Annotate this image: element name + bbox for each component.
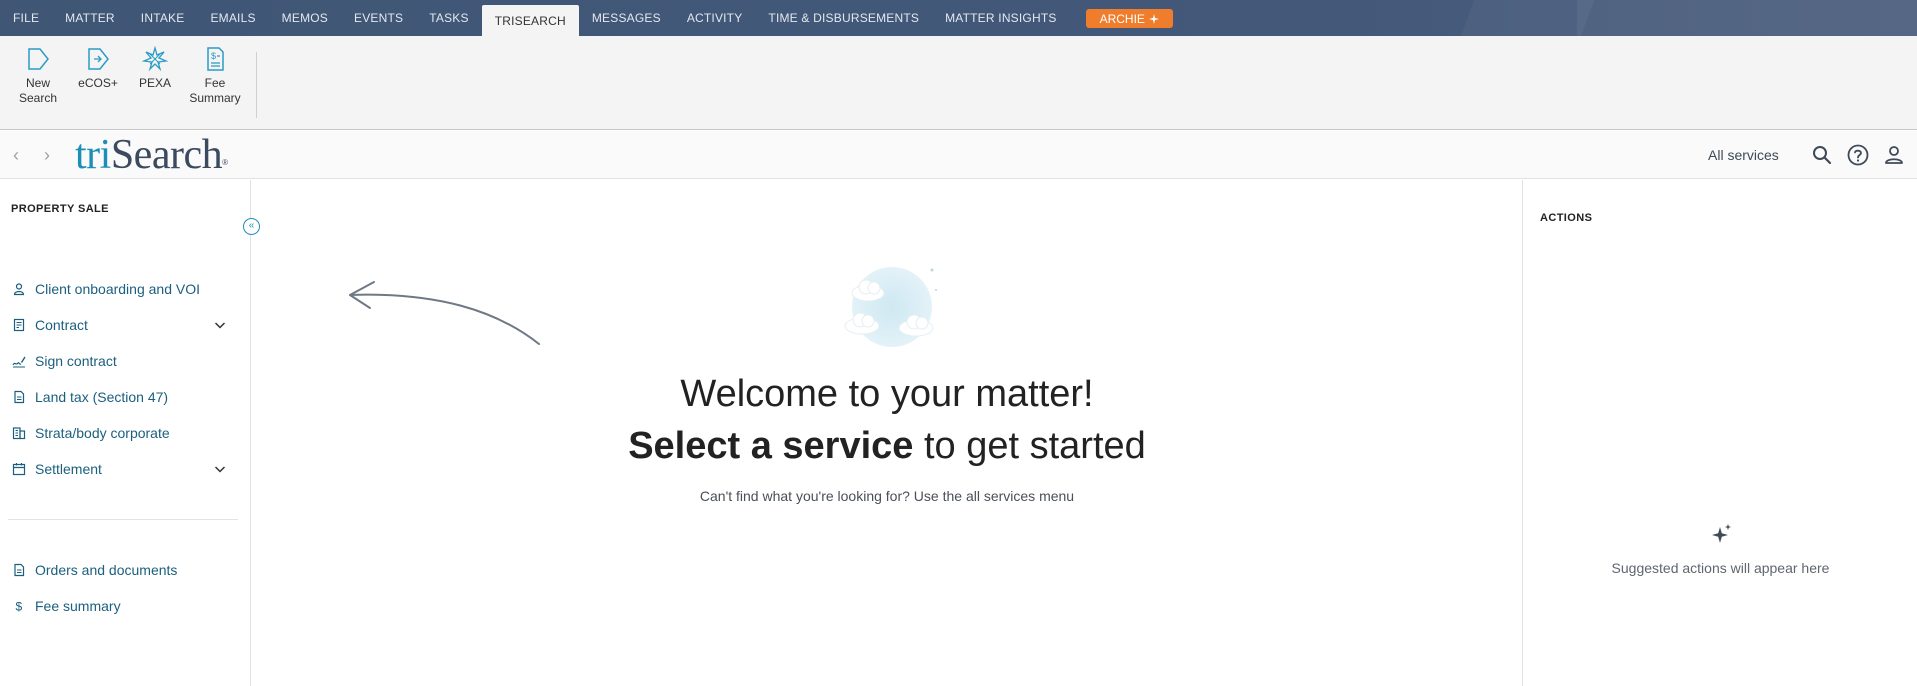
welcome-hint: Can't find what you're looking for? Use … (699, 488, 1075, 504)
tab-file[interactable]: FILE (0, 0, 52, 36)
chevron-down-icon[interactable] (213, 318, 227, 332)
trisearch-logo: triSearch® (75, 134, 228, 176)
tab-list: FILE MATTER INTAKE EMAILS MEMOS EVENTS T… (0, 0, 1173, 36)
archie-label: ARCHIE (1099, 11, 1145, 26)
sidebar-item-settlement[interactable]: Settlement (12, 457, 242, 481)
user-icon[interactable] (1882, 143, 1906, 167)
sidebar-item-orders-documents[interactable]: Orders and documents (12, 558, 242, 582)
building-icon (12, 427, 26, 440)
sidebar-item-label: Settlement (35, 461, 102, 477)
chevron-down-icon[interactable] (213, 462, 227, 476)
service-sidebar: PROPERTY SALE « Client onboarding and VO… (0, 180, 260, 686)
back-arrow-icon[interactable]: ‹ (6, 145, 26, 165)
logo-search: Search (110, 132, 223, 178)
archie-button[interactable]: ARCHIE (1085, 9, 1173, 28)
actions-empty-text: Suggested actions will appear here (1611, 560, 1830, 576)
ecos-button[interactable]: eCOS+ (68, 46, 128, 91)
fee-summary-label-line1: Fee (204, 76, 226, 90)
sidebar-item-client-onboarding[interactable]: Client onboarding and VOI (12, 277, 242, 301)
cloud-illustration (844, 267, 937, 347)
tab-matter-insights[interactable]: MATTER INSIGHTS (932, 0, 1069, 36)
tab-events[interactable]: EVENTS (341, 0, 416, 36)
logo-tri: tri (75, 132, 111, 178)
person-icon (13, 283, 25, 296)
sidebar-item-label: Client onboarding and VOI (35, 281, 200, 297)
forward-arrow-icon[interactable]: › (37, 145, 57, 165)
document-icon (14, 390, 25, 404)
welcome-heading: Welcome to your matter! (680, 373, 1094, 415)
sidebar-item-contract[interactable]: Contract (12, 313, 242, 337)
all-services-menu[interactable]: All services (1708, 147, 1779, 163)
tab-intake[interactable]: INTAKE (128, 0, 198, 36)
fee-summary-label-line2: Summary (189, 91, 241, 105)
ribbon-toolbar: New Search eCOS+ PEXA $ Fee Summary (0, 36, 1917, 130)
ribbon-divider (256, 52, 257, 118)
tab-activity[interactable]: ACTIVITY (674, 0, 756, 36)
tab-tasks[interactable]: TASKS (416, 0, 481, 36)
tab-trisearch[interactable]: TRISEARCH (481, 5, 579, 36)
app-header: ‹ › triSearch® All services (0, 131, 1917, 179)
sidebar-item-fee-summary[interactable]: $ Fee summary (12, 594, 242, 618)
sidebar-item-label: Contract (35, 317, 88, 333)
arrow-pointer-illustration (349, 281, 540, 345)
select-service-rest: to get started (913, 425, 1146, 467)
new-search-button[interactable]: New Search (8, 46, 68, 106)
new-search-icon (28, 48, 49, 70)
pexa-label: PEXA (138, 76, 171, 90)
search-icon[interactable] (1810, 143, 1834, 167)
sidebar-divider (8, 519, 238, 520)
actions-title: ACTIONS (1540, 212, 1593, 224)
sidebar-item-strata[interactable]: Strata/body corporate (12, 421, 242, 445)
sparkle-icon (1148, 13, 1159, 24)
main-content: Welcome to your matter! Select a service… (252, 180, 1522, 686)
sparkle-icon (1712, 524, 1731, 543)
sidebar-item-label: Land tax (Section 47) (35, 389, 169, 405)
document-icon (14, 563, 25, 577)
help-icon[interactable] (1846, 143, 1870, 167)
signature-icon (12, 356, 26, 368)
sidebar-item-label: Strata/body corporate (35, 425, 170, 441)
pexa-icon (142, 46, 168, 72)
pexa-button[interactable]: PEXA (125, 46, 185, 91)
sidebar-title: PROPERTY SALE (11, 203, 109, 215)
sidebar-item-label: Sign contract (35, 353, 117, 369)
fee-summary-button[interactable]: $ Fee Summary (185, 46, 245, 106)
contract-icon (13, 318, 25, 332)
select-service-bold: Select a service (628, 425, 914, 467)
ecos-icon (88, 48, 109, 70)
top-tab-bar: FILE MATTER INTAKE EMAILS MEMOS EVENTS T… (0, 0, 1917, 36)
calendar-icon (12, 463, 26, 476)
topbar-decoration (1577, 0, 1917, 36)
actions-panel: ACTIONS Suggested actions will appear he… (1522, 180, 1917, 686)
svg-text:$: $ (16, 600, 23, 614)
sidebar-item-sign-contract[interactable]: Sign contract (12, 349, 242, 373)
logo-registered: ® (222, 158, 228, 167)
select-service-heading: Select a service to get started (252, 425, 1522, 468)
sidebar-item-label: Orders and documents (35, 562, 178, 578)
tab-messages[interactable]: MESSAGES (579, 0, 674, 36)
ecos-label: eCOS+ (78, 76, 118, 90)
new-search-label-line1: New (25, 76, 50, 90)
sidebar-item-land-tax[interactable]: Land tax (Section 47) (12, 385, 242, 409)
fee-summary-icon: $ (207, 47, 224, 71)
tab-emails[interactable]: EMAILS (197, 0, 268, 36)
sidebar-item-label: Fee summary (35, 598, 121, 614)
dollar-icon: $ (16, 600, 23, 614)
tab-matter[interactable]: MATTER (52, 0, 128, 36)
svg-text:$: $ (211, 51, 216, 61)
tab-memos[interactable]: MEMOS (269, 0, 341, 36)
tab-time-disbursements[interactable]: TIME & DISBURSEMENTS (755, 0, 932, 36)
new-search-label-line2: Search (18, 91, 58, 105)
